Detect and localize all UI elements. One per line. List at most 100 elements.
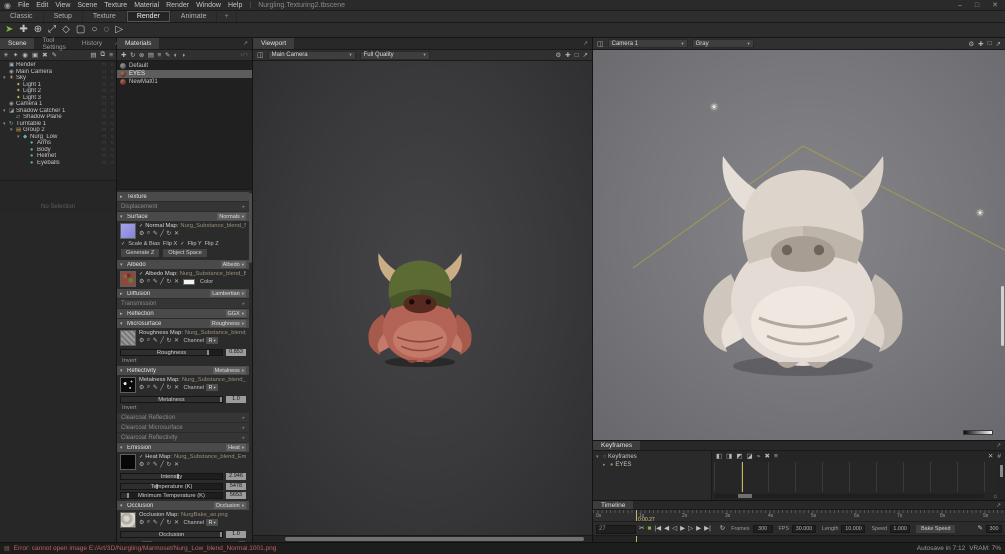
visibility-icon[interactable]: ○ bbox=[108, 69, 116, 75]
occlusion-mode-dropdown[interactable]: Occlusion ▾ bbox=[213, 502, 246, 509]
slider-value[interactable]: 2.946 bbox=[226, 473, 246, 480]
secondary-viewport-3d-canvas[interactable]: ☀ ☀ bbox=[593, 50, 1005, 440]
viewport-settings-icon[interactable]: ⚙ bbox=[968, 40, 974, 48]
temperature-slider[interactable]: Temperature (K) 5478 bbox=[120, 482, 246, 490]
viewport-frame-icon[interactable]: □ bbox=[575, 52, 579, 59]
folder-icon[interactable]: ▤ bbox=[148, 51, 154, 59]
folder-icon[interactable]: ▤ bbox=[90, 51, 96, 59]
edit-icon[interactable]: ✎ bbox=[153, 384, 158, 391]
view-mode-dropdown[interactable]: Gray ▾ bbox=[691, 39, 754, 48]
visibility-icon[interactable]: ○ bbox=[108, 62, 116, 68]
preview-sphere-icon[interactable]: ◐ bbox=[174, 52, 178, 59]
zoom-icon[interactable]: ⌕ bbox=[147, 384, 150, 391]
edit-icon[interactable]: ✎ bbox=[153, 519, 158, 526]
library-icon[interactable]: ≡ bbox=[158, 52, 162, 59]
timeline-scale-input[interactable]: 300 bbox=[986, 525, 1002, 533]
menu-window[interactable]: Window bbox=[196, 2, 221, 9]
delete-key-icon[interactable]: ✖ bbox=[765, 452, 770, 460]
section-diffusion[interactable]: ▸ Diffusion Lambertian ▾ bbox=[117, 289, 249, 298]
slider-value[interactable]: 0.853 bbox=[226, 349, 246, 356]
timeline-ruler[interactable]: 0s 1s 2s 3s 4s 5s 6s 7s 8s 9s 0:00.27 bbox=[593, 510, 1005, 523]
section-texture[interactable]: ▸ Texture bbox=[117, 192, 249, 201]
lock-icon[interactable]: □ bbox=[100, 114, 108, 120]
microsurface-mode-dropdown[interactable]: Roughness ▾ bbox=[209, 320, 246, 327]
zoom-icon[interactable]: ⌕ bbox=[147, 337, 150, 344]
play-button[interactable]: ▶ bbox=[680, 525, 685, 533]
duplicate-icon[interactable]: ⧉ bbox=[101, 51, 106, 59]
tab-tool-settings[interactable]: Tool Settings bbox=[34, 37, 73, 51]
add-sky-icon[interactable]: ☀ bbox=[3, 51, 9, 59]
lock-icon[interactable]: □ bbox=[100, 153, 108, 159]
lock-icon[interactable]: □ bbox=[100, 95, 108, 101]
visibility-icon[interactable]: ○ bbox=[108, 101, 116, 107]
visibility-icon[interactable]: ○ bbox=[108, 147, 116, 153]
section-clearcoat-reflection[interactable]: Clearcoat Reflection ▸ bbox=[117, 413, 249, 422]
lock-icon[interactable]: □ bbox=[100, 108, 108, 114]
visibility-icon[interactable]: ○ bbox=[108, 127, 116, 133]
section-emission[interactable]: ▾ Emission Heat ▾ bbox=[117, 443, 249, 452]
menu-file[interactable]: File bbox=[18, 2, 29, 9]
add-object-icon[interactable]: ▣ bbox=[32, 51, 38, 59]
section-transmission[interactable]: Transmission ▸ bbox=[117, 299, 249, 308]
keyframes-playhead[interactable] bbox=[742, 462, 743, 492]
flip-z-checkbox[interactable]: Flip Z bbox=[205, 241, 219, 247]
workspace-tab-animate[interactable]: Animate bbox=[171, 11, 218, 22]
eyedropper-icon[interactable]: ╱ bbox=[160, 519, 164, 526]
lock-icon[interactable]: □ bbox=[100, 147, 108, 153]
popout-icon[interactable]: ↗ bbox=[992, 441, 1005, 450]
lock-icon[interactable]: □ bbox=[100, 88, 108, 94]
hierarchy-icon[interactable]: ≡ bbox=[774, 453, 778, 460]
reload-icon[interactable]: ↻ bbox=[166, 337, 171, 344]
viewport-horizontal-scrollbar[interactable] bbox=[253, 535, 592, 542]
visibility-icon[interactable]: ○ bbox=[108, 108, 116, 114]
gear-icon[interactable]: ⚙ bbox=[139, 384, 144, 391]
rotation-keys-icon[interactable]: ◨ bbox=[726, 452, 732, 460]
materials-scrollbar[interactable] bbox=[249, 193, 252, 263]
visibility-icon[interactable]: ○ bbox=[108, 153, 116, 159]
emission-mode-dropdown[interactable]: Heat ▾ bbox=[226, 444, 246, 451]
invert-checkbox[interactable]: Invert bbox=[117, 405, 249, 412]
speed-input[interactable]: 1.000 bbox=[890, 525, 911, 533]
gear-icon[interactable]: ⚙ bbox=[139, 519, 144, 526]
transform-tool-icon[interactable]: ◇ bbox=[62, 25, 70, 35]
viewport-pan-icon[interactable]: ✚ bbox=[565, 51, 570, 59]
delete-material-icon[interactable]: ⊗ bbox=[139, 51, 144, 59]
eyedropper-icon[interactable]: ╱ bbox=[160, 278, 164, 285]
section-surface[interactable]: ▾ Surface Normals ▾ bbox=[117, 212, 249, 221]
clear-icon[interactable]: ✕ bbox=[174, 384, 179, 391]
maximize-button[interactable]: □ bbox=[972, 2, 982, 9]
visibility-icon[interactable]: ○ bbox=[108, 95, 116, 101]
gradient-widget[interactable] bbox=[963, 430, 993, 435]
thumbnail-size-controls[interactable]: ‹ ∕ › bbox=[240, 52, 248, 58]
zoom-icon[interactable]: ⌕ bbox=[147, 230, 150, 237]
tree-item-light-2[interactable]: ✦ Light 2 □ ○ bbox=[0, 88, 116, 95]
camera-select-dropdown[interactable]: Main Camera ▾ bbox=[267, 50, 356, 60]
popout-icon[interactable]: ↗ bbox=[579, 38, 592, 49]
reload-icon[interactable]: ↻ bbox=[166, 461, 171, 468]
material-item-default[interactable]: Default bbox=[117, 62, 252, 70]
metalness-map-thumbnail[interactable] bbox=[120, 377, 136, 393]
roughness-map-thumbnail[interactable] bbox=[120, 330, 136, 346]
lock-icon[interactable]: □ bbox=[100, 75, 108, 81]
section-reflectivity[interactable]: ▾ Reflectivity Metalness ▾ bbox=[117, 366, 249, 375]
keyframes-vscrollbar[interactable] bbox=[1000, 465, 1003, 477]
albedo-map-thumbnail[interactable] bbox=[120, 271, 136, 287]
eyedropper-icon[interactable]: ╱ bbox=[160, 461, 164, 468]
clear-icon[interactable]: ✕ bbox=[174, 230, 179, 237]
flip-y-checkbox[interactable]: Flip Y bbox=[187, 241, 201, 247]
tree-item-shadow-catcher[interactable]: ▾ ◪ Shadow Catcher 1 □ ○ bbox=[0, 108, 116, 115]
add-camera-icon[interactable]: ◉ bbox=[22, 51, 28, 59]
reload-icon[interactable]: ↻ bbox=[166, 278, 171, 285]
edit-icon[interactable]: ✎ bbox=[153, 230, 158, 237]
camera-select-dropdown[interactable]: Camera 1 ▾ bbox=[607, 39, 688, 48]
loop-button[interactable]: ↻ bbox=[720, 525, 725, 533]
viewport-pan-icon[interactable]: ✚ bbox=[978, 40, 983, 48]
clear-icon[interactable]: ✕ bbox=[174, 519, 179, 526]
tree-item-render[interactable]: ▣ Render □ ○ bbox=[0, 62, 116, 69]
current-frame-input[interactable]: 27 bbox=[596, 524, 636, 534]
lock-icon[interactable]: □ bbox=[100, 82, 108, 88]
zoom-icon[interactable]: ⌕ bbox=[147, 278, 150, 285]
diffusion-mode-dropdown[interactable]: Lambertian ▾ bbox=[210, 290, 246, 297]
gear-icon[interactable]: ⚙ bbox=[139, 461, 144, 468]
albedo-mode-dropdown[interactable]: Albedo ▾ bbox=[220, 261, 246, 268]
